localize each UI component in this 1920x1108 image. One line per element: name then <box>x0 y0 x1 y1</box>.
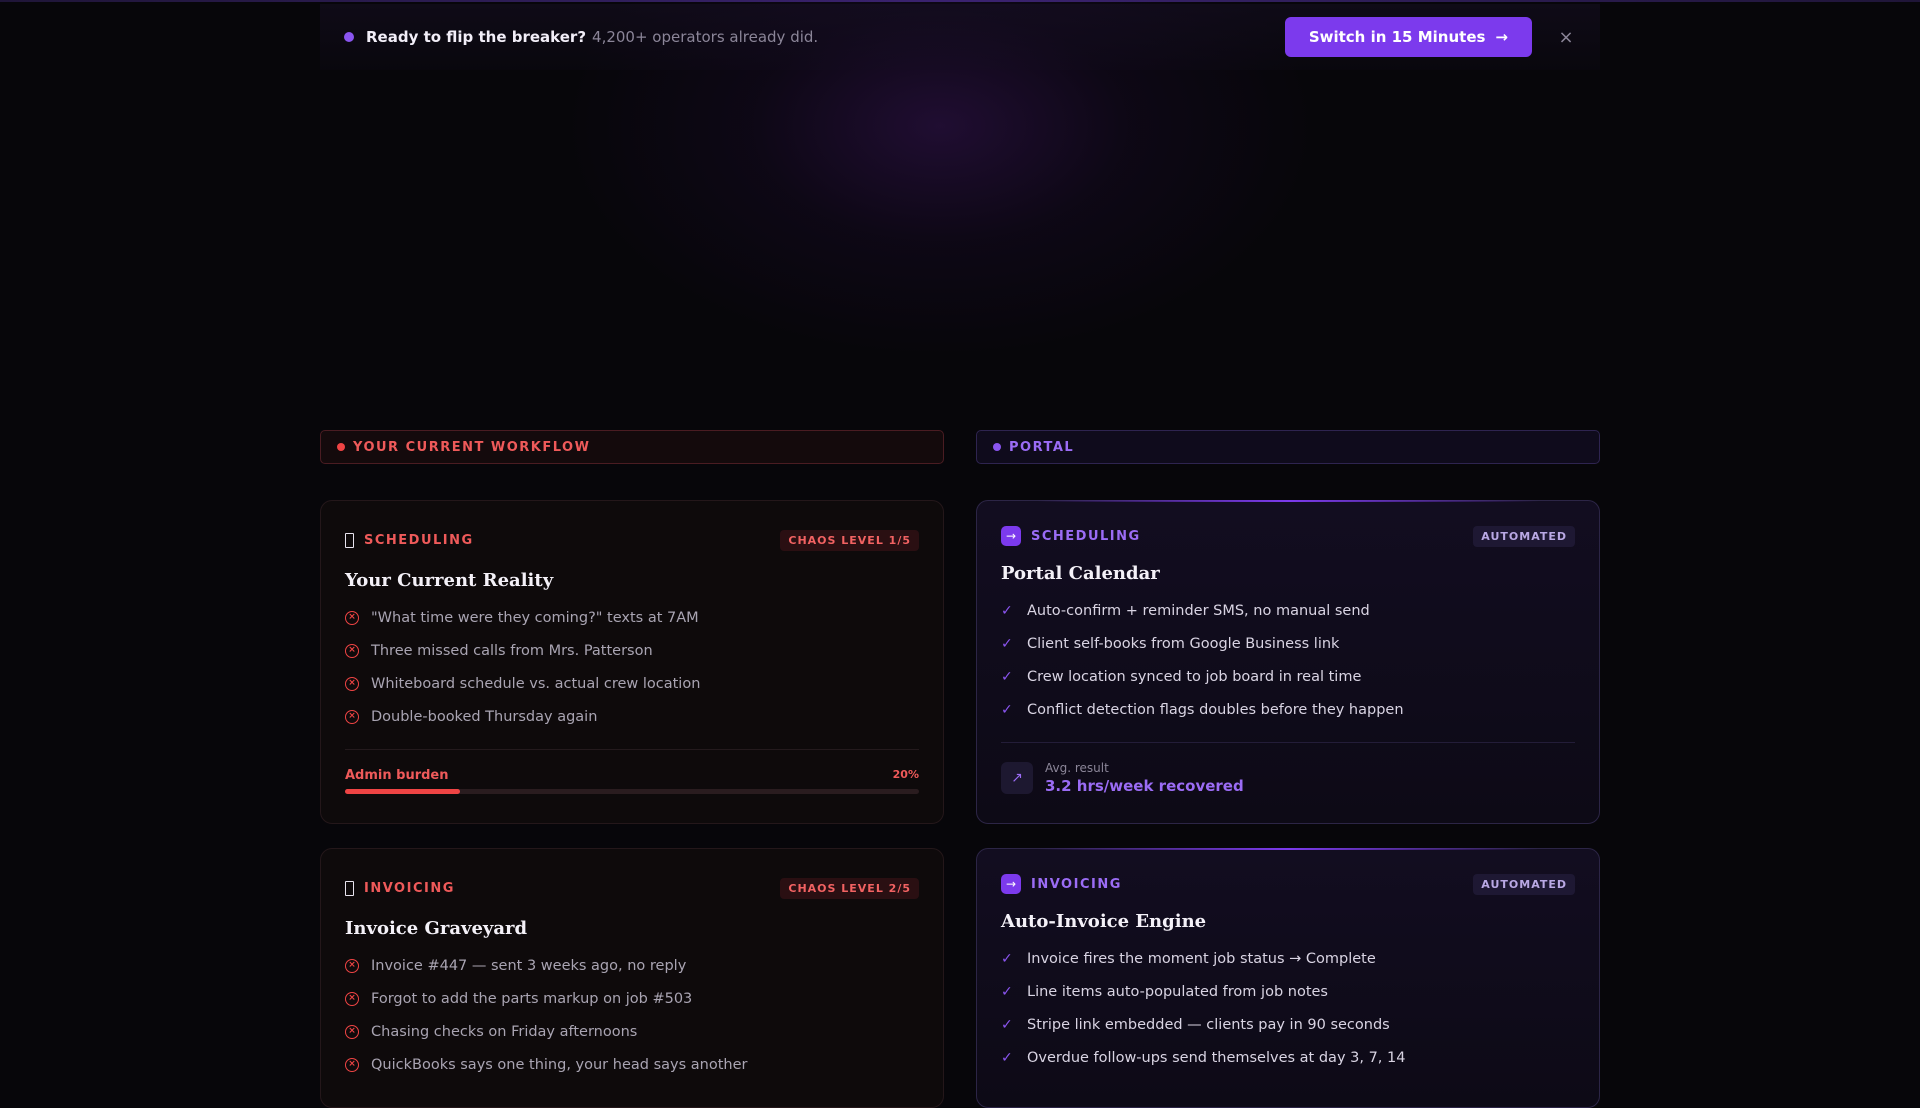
list-item: × Double-booked Thursday again <box>345 700 919 733</box>
check-icon: ✓ <box>1001 701 1013 718</box>
check-icon: ✓ <box>1001 983 1013 1000</box>
card-title: Auto-Invoice Engine <box>1001 911 1207 932</box>
switch-cta-button[interactable]: Switch in 15 Minutes → <box>1284 17 1532 57</box>
list-item: ✓ Overdue follow-ups send themselves at d… <box>1001 1041 1575 1074</box>
column-header-current: YOUR CURRENT WORKFLOW <box>320 430 944 464</box>
column-header-portal: PORTAL <box>976 430 1600 464</box>
list-item-text: Forgot to add the parts markup on job #5… <box>371 990 693 1007</box>
column-header-portal-label: PORTAL <box>1009 439 1075 455</box>
divider <box>1001 742 1575 743</box>
list-item: × Forgot to add the parts markup on job #… <box>345 982 919 1015</box>
trending-up-icon: ↗ <box>1001 762 1033 794</box>
current-scheduling-card: SCHEDULING CHAOS LEVEL 1/5 Your Current … <box>320 500 944 824</box>
phone-icon <box>345 880 354 896</box>
close-icon[interactable]: × <box>1556 27 1576 48</box>
feature-list: ✓ Auto-confirm + reminder SMS, no manual … <box>1001 594 1575 726</box>
card-category: INVOICING <box>1031 876 1122 892</box>
arrow-right-icon: → <box>1495 28 1508 46</box>
card-category: INVOICING <box>364 880 455 896</box>
feature-list: ✓ Invoice fires the moment job status → C… <box>1001 942 1575 1074</box>
check-icon: ✓ <box>1001 950 1013 967</box>
list-item: ✓ Line items auto-populated from job note… <box>1001 975 1575 1008</box>
list-item-text: "What time were they coming?" texts at 7… <box>371 609 699 626</box>
meter-track <box>345 789 919 794</box>
check-icon: ✓ <box>1001 1049 1013 1066</box>
card-title: Your Current Reality <box>345 570 554 591</box>
switch-cta-label: Switch in 15 Minutes <box>1308 28 1486 46</box>
banner-subtext: 4,200+ operators already did. <box>592 28 819 46</box>
check-icon: ✓ <box>1001 1016 1013 1033</box>
list-item-text: QuickBooks says one thing, your head say… <box>371 1056 748 1073</box>
x-circle-icon: × <box>345 1024 359 1039</box>
admin-burden-meter: Admin burden 20% <box>345 768 919 783</box>
announcement-banner: Ready to flip the breaker? 4,200+ operat… <box>320 4 1600 70</box>
list-item-text: Three missed calls from Mrs. Patterson <box>371 642 653 659</box>
list-item: × Whiteboard schedule vs. actual crew loc… <box>345 667 919 700</box>
x-circle-icon: × <box>345 991 359 1006</box>
chaos-level-badge: CHAOS LEVEL 1/5 <box>780 529 919 551</box>
portal-invoicing-card: → INVOICING AUTOMATED Auto-Invoice Engin… <box>976 848 1600 1108</box>
x-circle-icon: × <box>345 709 359 724</box>
list-item-text: Crew location synced to job board in rea… <box>1027 668 1362 685</box>
list-item: ✓ Crew location synced to job board in re… <box>1001 660 1575 693</box>
automated-badge: AUTOMATED <box>1473 525 1575 547</box>
column-header-current-label: YOUR CURRENT WORKFLOW <box>353 439 591 455</box>
list-item-text: Whiteboard schedule vs. actual crew loca… <box>371 675 701 692</box>
list-item: × QuickBooks says one thing, your head sa… <box>345 1048 919 1081</box>
list-item: ✓ Conflict detection flags doubles before… <box>1001 693 1575 726</box>
purple-dot-icon <box>993 443 1001 451</box>
list-item-text: Chasing checks on Friday afternoons <box>371 1023 638 1040</box>
list-item-text: Client self-books from Google Business l… <box>1027 635 1340 652</box>
x-circle-icon: × <box>345 676 359 691</box>
list-item-text: Conflict detection flags doubles before … <box>1027 701 1404 718</box>
meter-label: Admin burden <box>345 768 449 783</box>
status-dot <box>344 32 354 42</box>
list-item: ✓ Stripe link embedded — clients pay in 9… <box>1001 1008 1575 1041</box>
list-item: × Invoice #447 — sent 3 weeks ago, no rep… <box>345 949 919 982</box>
card-category: SCHEDULING <box>364 532 474 548</box>
check-icon: ✓ <box>1001 668 1013 685</box>
list-item: ✓ Invoice fires the moment job status → C… <box>1001 942 1575 975</box>
x-circle-icon: × <box>345 958 359 973</box>
card-category: SCHEDULING <box>1031 528 1141 544</box>
phone-icon <box>345 532 354 548</box>
automated-badge: AUTOMATED <box>1473 873 1575 895</box>
list-item-text: Invoice #447 — sent 3 weeks ago, no repl… <box>371 957 687 974</box>
list-item-text: Overdue follow-ups send themselves at da… <box>1027 1049 1406 1066</box>
result-label: Avg. result <box>1045 761 1109 775</box>
card-title: Portal Calendar <box>1001 563 1160 584</box>
x-circle-icon: × <box>345 610 359 625</box>
divider <box>345 749 919 750</box>
x-circle-icon: × <box>345 1057 359 1072</box>
arrow-right-icon: → <box>1001 526 1021 546</box>
portal-scheduling-card: → SCHEDULING AUTOMATED Portal Calendar ✓… <box>976 500 1600 824</box>
check-icon: ✓ <box>1001 635 1013 652</box>
list-item-text: Double-booked Thursday again <box>371 708 598 725</box>
arrow-right-icon: → <box>1001 874 1021 894</box>
list-item-text: Stripe link embedded — clients pay in 90… <box>1027 1016 1390 1033</box>
meter-value: 20% <box>892 768 919 781</box>
chaos-level-badge: CHAOS LEVEL 2/5 <box>780 877 919 899</box>
banner-lead: Ready to flip the breaker? <box>366 28 587 46</box>
red-dot-icon <box>337 443 345 451</box>
list-item-text: Auto-confirm + reminder SMS, no manual s… <box>1027 602 1370 619</box>
list-item-text: Line items auto-populated from job notes <box>1027 983 1328 1000</box>
result-value: 3.2 hrs/week recovered <box>1045 777 1244 795</box>
card-title: Invoice Graveyard <box>345 918 528 939</box>
check-icon: ✓ <box>1001 602 1013 619</box>
avg-result: ↗ Avg. result 3.2 hrs/week recovered <box>1001 761 1575 795</box>
list-item: ✓ Client self-books from Google Business … <box>1001 627 1575 660</box>
list-item: × "What time were they coming?" texts at … <box>345 601 919 634</box>
current-invoicing-card: INVOICING CHAOS LEVEL 2/5 Invoice Gravey… <box>320 848 944 1108</box>
meter-fill <box>345 789 460 794</box>
x-circle-icon: × <box>345 643 359 658</box>
pain-point-list: × "What time were they coming?" texts at … <box>345 601 919 733</box>
list-item: × Chasing checks on Friday afternoons <box>345 1015 919 1048</box>
list-item-text: Invoice fires the moment job status → Co… <box>1027 950 1376 967</box>
pain-point-list: × Invoice #447 — sent 3 weeks ago, no rep… <box>345 949 919 1081</box>
list-item: × Three missed calls from Mrs. Patterson <box>345 634 919 667</box>
top-accent-line <box>0 0 1920 2</box>
list-item: ✓ Auto-confirm + reminder SMS, no manual … <box>1001 594 1575 627</box>
